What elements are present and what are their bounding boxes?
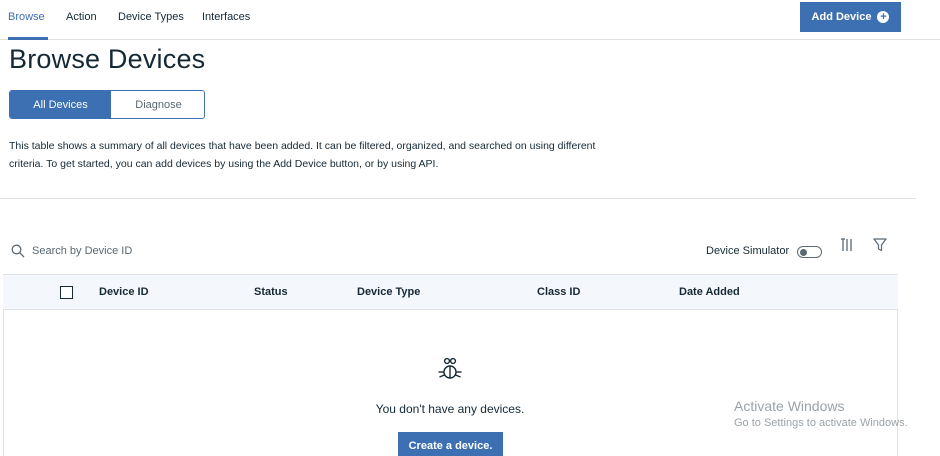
- empty-state-message: You don't have any devices.: [375, 402, 525, 416]
- column-header-device-type[interactable]: Device Type: [357, 286, 420, 298]
- search-input[interactable]: [32, 241, 232, 261]
- toggle-knob: [800, 248, 807, 256]
- select-all-checkbox[interactable]: [60, 286, 73, 299]
- tab-device-types[interactable]: Device Types: [118, 0, 184, 40]
- column-header-class-id[interactable]: Class ID: [537, 286, 580, 298]
- device-simulator-label: Device Simulator: [706, 245, 790, 257]
- activate-windows-title: Activate Windows: [734, 398, 845, 414]
- devices-icon: [438, 357, 462, 379]
- top-navigation: Browse Action Device Types Interfaces Ad…: [0, 0, 940, 40]
- filter-icon[interactable]: [873, 238, 887, 252]
- tab-action[interactable]: Action: [66, 0, 97, 40]
- all-devices-button[interactable]: All Devices: [10, 91, 111, 118]
- plus-circle-icon: +: [877, 11, 890, 23]
- tab-browse[interactable]: Browse: [8, 0, 48, 40]
- table-header: Device ID Status Device Type Class ID Da…: [3, 274, 898, 310]
- tab-interfaces[interactable]: Interfaces: [202, 0, 250, 40]
- activate-windows-subtitle: Go to Settings to activate Windows.: [734, 417, 908, 429]
- page-description: This table shows a summary of all device…: [9, 140, 596, 170]
- device-simulator-toggle[interactable]: [797, 246, 822, 258]
- columns-icon[interactable]: [840, 238, 854, 252]
- create-device-button[interactable]: Create a device.: [398, 432, 503, 456]
- add-device-label: Add Device: [811, 11, 872, 23]
- view-switcher: All Devices Diagnose: [9, 90, 205, 119]
- column-header-status[interactable]: Status: [254, 286, 288, 298]
- column-header-device-id[interactable]: Device ID: [99, 286, 149, 298]
- column-header-date-added[interactable]: Date Added: [679, 286, 740, 298]
- page-title: Browse Devices: [9, 44, 206, 74]
- section-divider: [0, 198, 916, 199]
- search-icon: [11, 244, 25, 258]
- add-device-button[interactable]: Add Device +: [800, 2, 901, 32]
- diagnose-button[interactable]: Diagnose: [111, 91, 204, 118]
